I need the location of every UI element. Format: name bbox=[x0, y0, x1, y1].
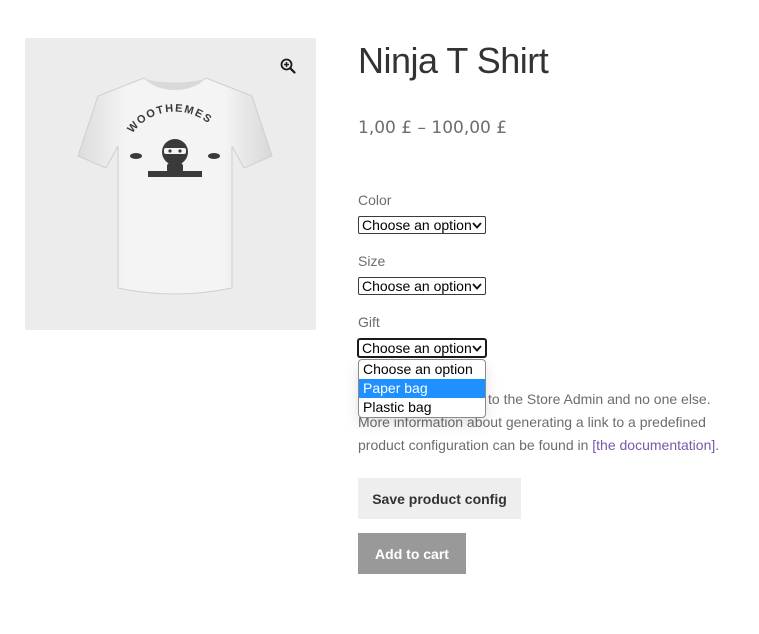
chevron-down-icon bbox=[472, 343, 483, 353]
size-select[interactable]: Choose an option bbox=[358, 277, 486, 295]
gift-select[interactable]: Choose an option bbox=[358, 339, 486, 357]
chevron-down-icon bbox=[472, 220, 483, 230]
gift-option-choose[interactable]: Choose an option bbox=[359, 360, 485, 379]
product-title: Ninja T Shirt bbox=[358, 40, 549, 81]
zoom-button[interactable] bbox=[275, 54, 301, 78]
add-to-cart-button[interactable]: Add to cart bbox=[358, 533, 466, 574]
variation-label-color: Color bbox=[358, 192, 392, 208]
gift-dropdown-list: Choose an option Paper bag Plastic bag bbox=[358, 359, 486, 418]
chevron-down-icon bbox=[472, 281, 483, 291]
variation-label-size: Size bbox=[358, 253, 386, 269]
product-price: 1,00 £ – 100,00 £ bbox=[358, 118, 508, 138]
gift-option-plastic-bag[interactable]: Plastic bag bbox=[359, 398, 485, 417]
product-image[interactable]: WOOTHEMES bbox=[74, 72, 276, 300]
documentation-link[interactable]: [the documentation] bbox=[592, 437, 715, 453]
zoom-in-icon bbox=[280, 58, 296, 74]
size-select-value: Choose an option bbox=[362, 278, 472, 294]
t-shirt-image: WOOTHEMES bbox=[77, 77, 273, 295]
color-select[interactable]: Choose an option bbox=[358, 216, 486, 234]
variation-label-gift: Gift bbox=[358, 314, 380, 330]
description-trailing: . bbox=[715, 437, 720, 453]
save-product-config-button[interactable]: Save product config bbox=[358, 478, 521, 519]
gift-option-paper-bag[interactable]: Paper bag bbox=[359, 379, 485, 398]
gift-select-value: Choose an option bbox=[362, 340, 472, 356]
color-select-value: Choose an option bbox=[362, 217, 472, 233]
